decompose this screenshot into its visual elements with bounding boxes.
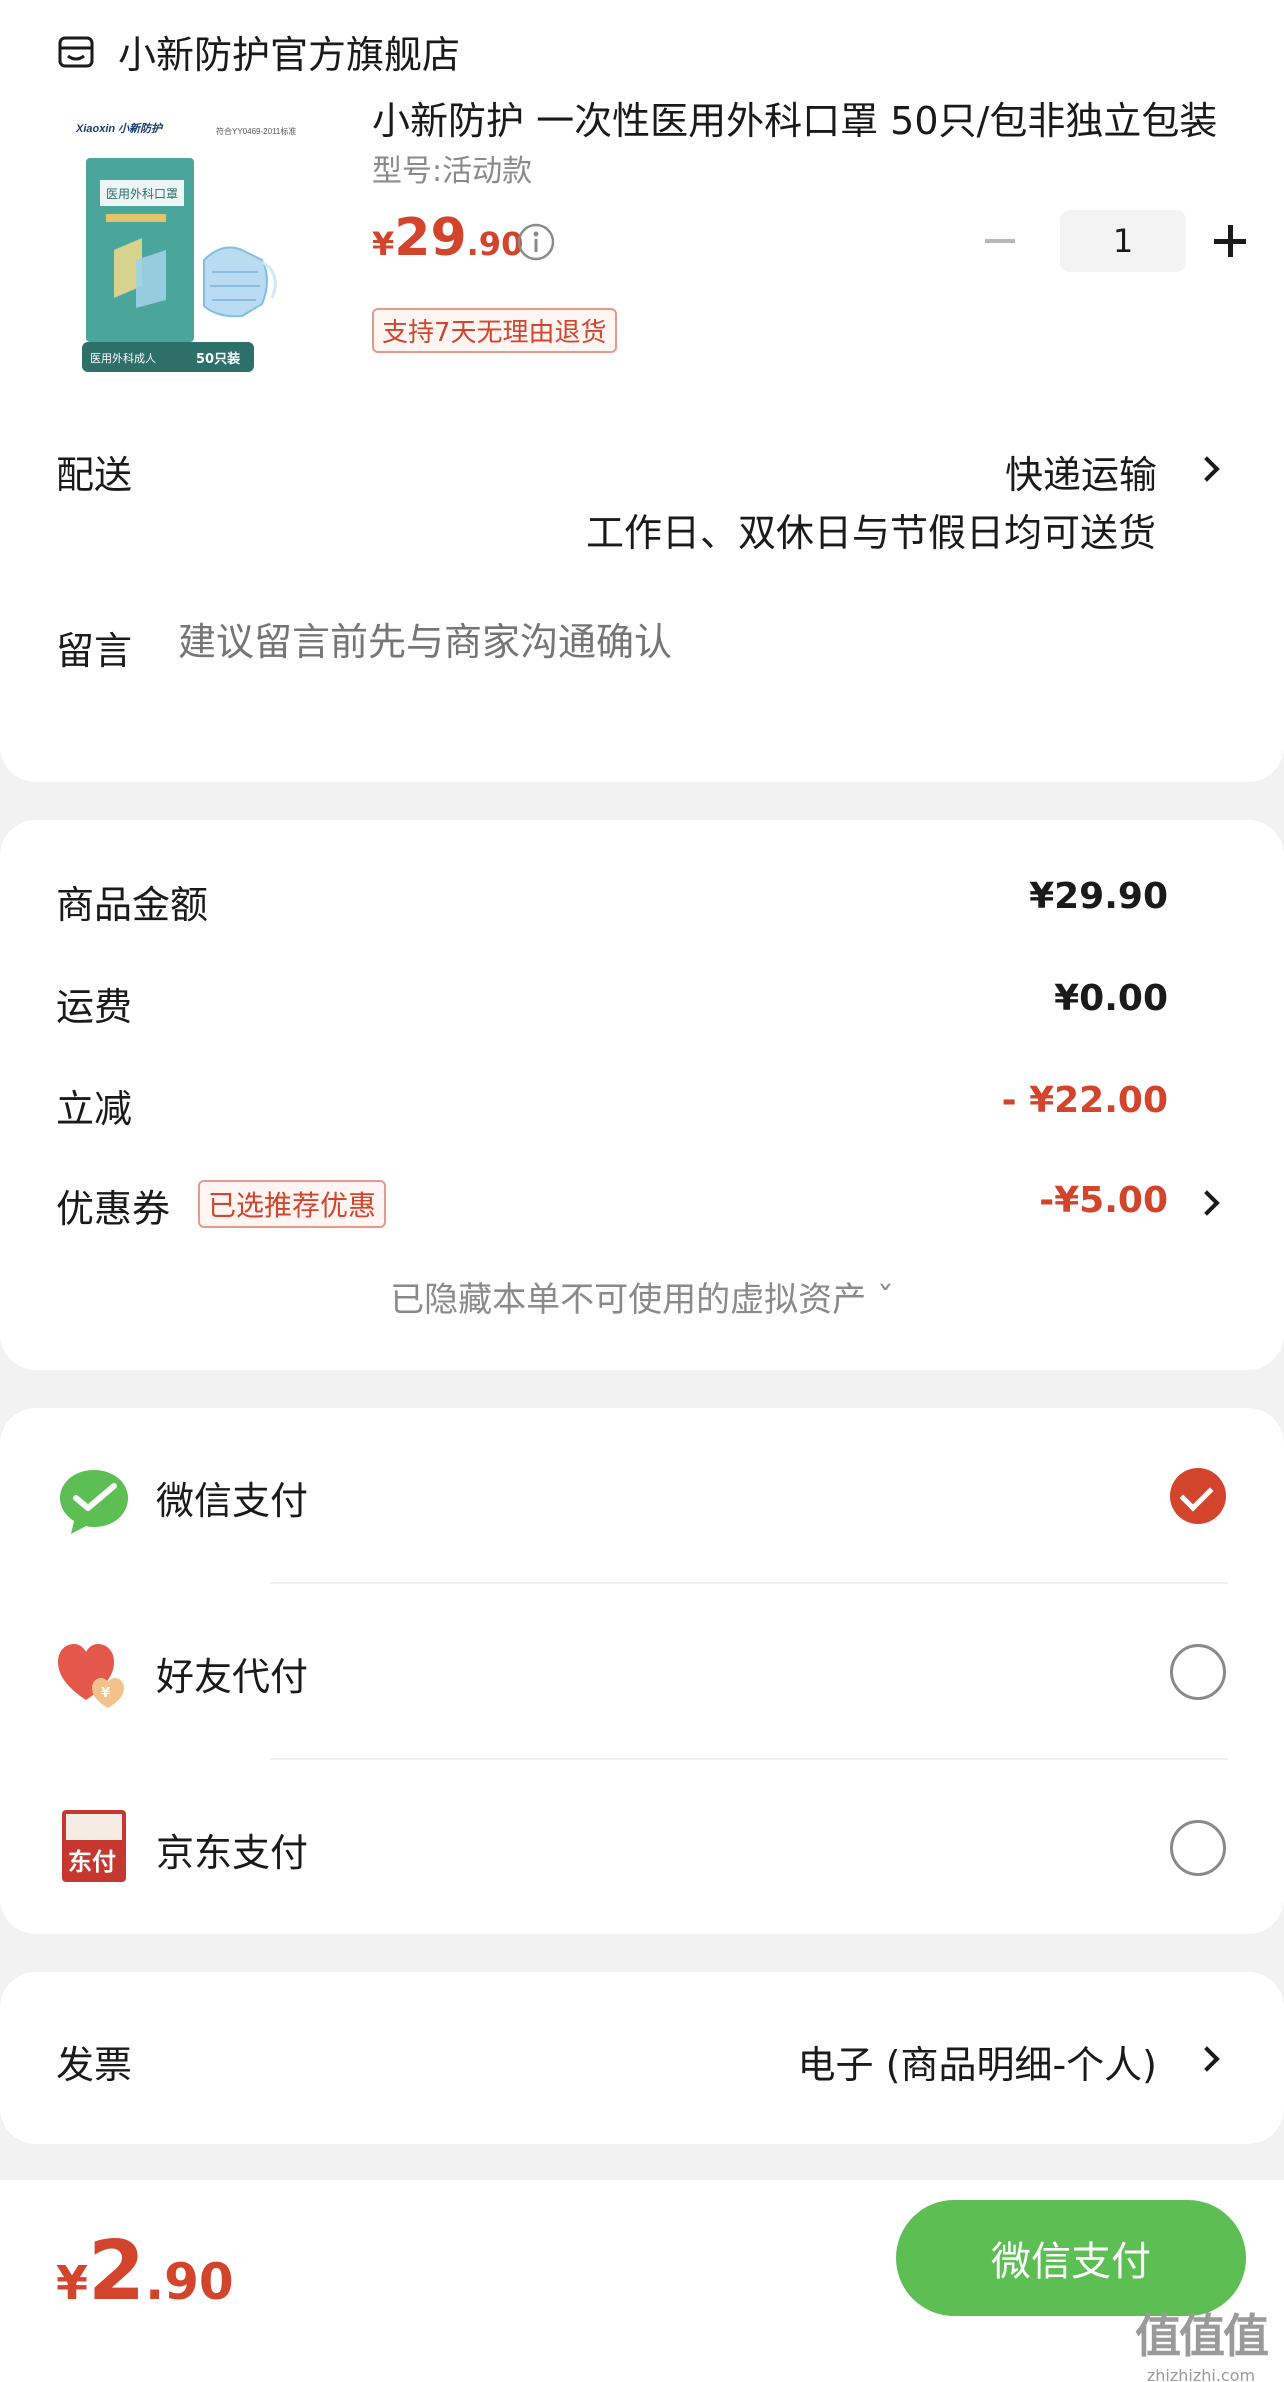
price-decimal: .90	[466, 225, 524, 263]
store-name: 小新防护官方旗舰店	[118, 33, 461, 77]
chevron-right-icon[interactable]	[1196, 456, 1220, 480]
payment-option-jd[interactable]: 东付 京东支付	[0, 1760, 1284, 1936]
product-spec[interactable]: 型号:活动款	[372, 146, 532, 190]
hidden-assets-toggle[interactable]: 已隐藏本单不可使用的虚拟资产 ˇ	[0, 1272, 1284, 1321]
invoice-value[interactable]: 电子 (商品明细-个人)	[798, 2034, 1157, 2089]
jd-pay-icon: 东付	[62, 1810, 126, 1882]
product-image-brand: Xiaoxin 小新防护	[75, 122, 164, 135]
payment-option-wechat[interactable]: 微信支付	[0, 1408, 1284, 1584]
store-header[interactable]: 小新防护官方旗舰店	[56, 24, 460, 79]
friend-pay-icon-symbol: ¥	[101, 1686, 110, 1701]
goods-amount-label: 商品金额	[56, 883, 209, 927]
quantity-value[interactable]: 1	[1060, 210, 1186, 272]
product-image[interactable]: Xiaoxin 小新防护 符合YY0469-2011标准 医用外科口罩 医用外科…	[66, 110, 334, 378]
price-integer: 29	[394, 208, 467, 268]
radio-checked-icon[interactable]	[1170, 1468, 1226, 1524]
total-currency: ¥	[56, 2256, 89, 2310]
message-label: 留言	[56, 629, 133, 673]
quantity-stepper: 1	[980, 210, 1250, 272]
checkout-bar: ¥ 2 .90 微信支付	[0, 2180, 1284, 2382]
radio-unchecked-icon[interactable]	[1170, 1644, 1226, 1700]
delivery-note: 工作日、双休日与节假日均可送货	[585, 511, 1156, 555]
wechat-pay-button[interactable]: 微信支付	[896, 2200, 1246, 2316]
watermark-url: zhizhizhi.com	[1146, 2366, 1256, 2382]
payment-option-label: 微信支付	[156, 1479, 309, 1523]
message-input[interactable]	[178, 620, 1228, 664]
coupon-value[interactable]: -¥5.00	[1039, 1180, 1168, 1221]
payment-option-label: 好友代付	[156, 1655, 309, 1699]
minus-icon	[985, 239, 1015, 243]
payment-option-label: 京东支付	[156, 1831, 309, 1875]
goods-amount-value: ¥29.90	[1029, 876, 1168, 917]
product-image-footer-left: 医用外科成人	[90, 351, 156, 365]
total-integer: 2	[88, 2224, 146, 2319]
amount-summary-card: 商品金额 ¥29.90 运费 ¥0.00 立减 - ¥22.00 优惠券 已选推…	[0, 820, 1284, 1370]
product-price: ¥ 29 .90	[372, 208, 523, 268]
invoice-label: 发票	[56, 2043, 133, 2087]
coupon-label: 优惠券	[56, 1187, 171, 1231]
watermark-glyphs: 值值值	[1135, 2309, 1269, 2363]
wechat-pay-icon	[60, 1470, 128, 1534]
watermark: 值值值 zhizhizhi.com	[1126, 2300, 1276, 2382]
total-decimal: .90	[145, 2253, 234, 2311]
product-image-package-title: 医用外科口罩	[106, 187, 178, 201]
delivery-label: 配送	[56, 453, 133, 497]
chevron-right-icon[interactable]	[1196, 1190, 1220, 1214]
product-image-footer-right: 50只装	[196, 351, 240, 367]
shipping-fee-label: 运费	[56, 985, 133, 1029]
delivery-method[interactable]: 快递运输	[1005, 444, 1157, 499]
coupon-badge: 已选推荐优惠	[198, 1180, 387, 1228]
invoice-card[interactable]: 发票 电子 (商品明细-个人)	[0, 1972, 1284, 2144]
chevron-right-icon[interactable]	[1196, 2046, 1220, 2070]
jd-pay-icon-text: 东付	[68, 1848, 116, 1876]
product-card: 小新防护官方旗舰店 Xiaoxin 小新防护 符合YY0469-2011标准 医…	[0, 0, 1284, 782]
friend-pay-icon: ¥	[58, 1644, 124, 1708]
info-icon[interactable]	[516, 222, 556, 262]
shipping-fee-value: ¥0.00	[1054, 978, 1168, 1019]
order-total: ¥ 2 .90	[56, 2224, 234, 2319]
product-image-standard: 符合YY0469-2011标准	[216, 126, 296, 136]
product-title[interactable]: 小新防护 一次性医用外科口罩 50只/包非独立包装	[372, 90, 1222, 145]
price-currency: ¥	[372, 225, 395, 263]
payment-methods-card: 微信支付 ¥ 好友代付 东付 京东支付	[0, 1408, 1284, 1934]
increase-quantity-button[interactable]	[1210, 211, 1250, 271]
decrease-quantity-button[interactable]	[980, 211, 1020, 271]
instant-discount-value: - ¥22.00	[1001, 1080, 1168, 1121]
instant-discount-label: 立减	[56, 1087, 133, 1131]
store-icon	[58, 36, 94, 67]
radio-unchecked-icon[interactable]	[1170, 1820, 1226, 1876]
payment-option-friend[interactable]: ¥ 好友代付	[0, 1584, 1284, 1760]
return-policy-badge: 支持7天无理由退货	[372, 308, 617, 353]
